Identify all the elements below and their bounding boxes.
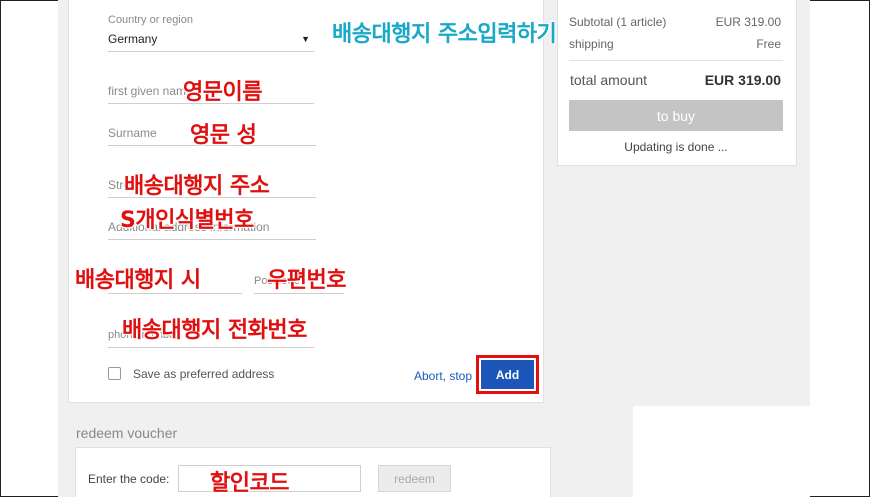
annotation-phone: 배송대행지 전화번호 — [122, 318, 307, 343]
country-select[interactable]: Country or region Germany ▼ — [108, 14, 314, 52]
buy-button[interactable]: to buy — [569, 100, 783, 131]
annotation-additional: S개인식별번호 — [120, 208, 254, 233]
annotation-code: 할인코드 — [210, 471, 289, 496]
total-label: total amount — [570, 72, 648, 88]
total-value: EUR 319.00 — [704, 72, 781, 88]
annotation-first-name: 영문이름 — [183, 80, 262, 105]
subtotal-label: Subtotal (1 article) — [569, 15, 667, 29]
country-label: Country or region — [108, 14, 193, 26]
voucher-title: redeem voucher — [76, 425, 178, 441]
save-preferred-label: Save as preferred address — [133, 367, 275, 381]
voucher-code-label: Enter the code: — [88, 472, 170, 486]
background-cutout — [633, 406, 810, 497]
caret-down-icon: ▼ — [301, 34, 310, 44]
annotation-postcode: 우편번호 — [267, 268, 346, 293]
abort-link[interactable]: Abort, stop — [414, 369, 472, 383]
annotation-title: 배송대행지 주소입력하기 — [332, 22, 557, 47]
annotation-city: 배송대행지 시 — [75, 268, 201, 293]
redeem-button[interactable]: redeem — [378, 465, 451, 492]
shipping-value: Free — [756, 37, 781, 51]
add-button[interactable]: Add — [481, 360, 534, 389]
surname-label: Surname — [108, 126, 157, 140]
first-name-label: first given name — [108, 84, 193, 98]
subtotal-value: EUR 319.00 — [715, 15, 781, 29]
annotation-surname: 영문 성 — [190, 123, 257, 148]
annotation-street: 배송대행지 주소 — [124, 174, 270, 199]
summary-divider — [569, 60, 783, 61]
save-preferred-checkbox[interactable] — [108, 367, 121, 380]
country-value: Germany — [108, 32, 158, 46]
update-status: Updating is done ... — [624, 140, 728, 154]
shipping-label: shipping — [569, 37, 614, 51]
